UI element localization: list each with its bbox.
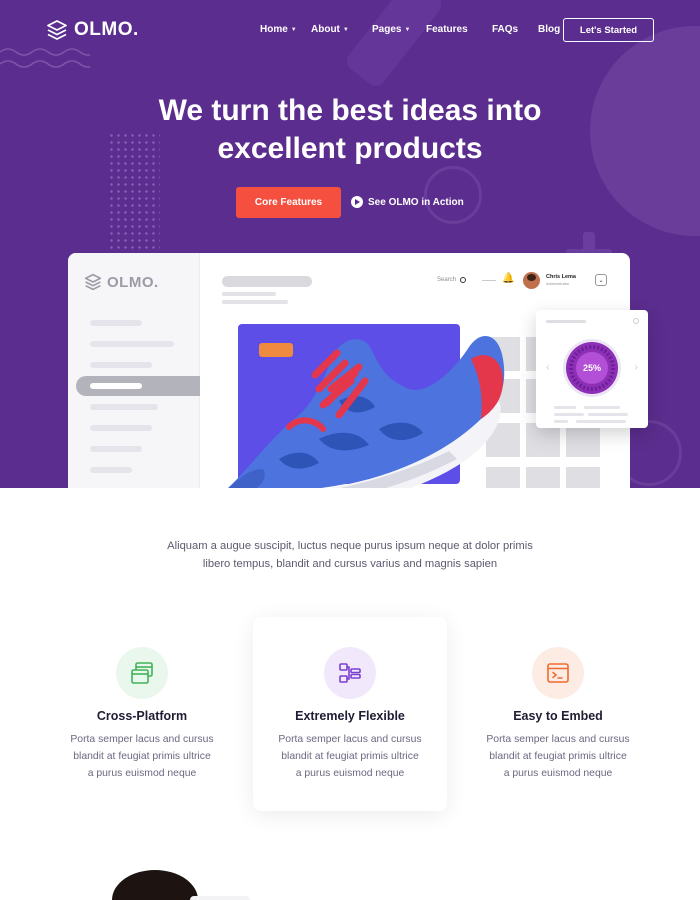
grid-cell bbox=[526, 423, 560, 457]
feature-title: Cross-Platform bbox=[96, 709, 188, 723]
bell-icon: 🔔 bbox=[502, 273, 515, 284]
nav-item-about[interactable]: About ▼ bbox=[311, 24, 363, 35]
nav-item-label: Pages bbox=[372, 24, 402, 35]
header-placeholder bbox=[222, 276, 312, 287]
sidebar-placeholder bbox=[90, 341, 174, 347]
intro-line-2: libero tempus, blandit and cursus varius… bbox=[202, 558, 498, 570]
chevron-down-icon: ⌄ bbox=[595, 274, 607, 286]
windows-stack-icon bbox=[131, 662, 153, 684]
chevron-down-icon: ▼ bbox=[290, 26, 297, 33]
feature-desc-line: Porta semper lacus and cursus bbox=[278, 734, 422, 745]
lets-started-button[interactable]: Let's Started bbox=[563, 18, 654, 42]
grid-cell bbox=[526, 467, 560, 488]
headline-line-1: We turn the best ideas into bbox=[158, 94, 542, 127]
brand-name: OLMO. bbox=[74, 19, 139, 40]
options-dot-icon bbox=[633, 318, 639, 324]
avatar bbox=[523, 272, 540, 289]
sidebar-placeholder bbox=[90, 446, 142, 452]
stat-placeholder bbox=[554, 420, 568, 423]
nav-item-faqs[interactable]: FAQs bbox=[492, 24, 532, 35]
stat-placeholder bbox=[554, 406, 576, 409]
stat-card: ‹ › 25% bbox=[536, 310, 648, 428]
header-placeholder bbox=[222, 300, 288, 304]
feature-description: Porta semper lacus and cursus blandit at… bbox=[45, 731, 239, 782]
feature-title: Easy to Embed bbox=[513, 709, 603, 723]
feature-icon-circle bbox=[116, 647, 168, 699]
mockup-user: Chris Lema Administrator bbox=[546, 274, 576, 286]
feature-desc-line: blandit at feugiat primis ultrice bbox=[73, 751, 211, 762]
stat-placeholder bbox=[584, 406, 620, 409]
chevron-right-icon: › bbox=[634, 362, 638, 373]
see-in-action-label: See OLMO in Action bbox=[368, 196, 464, 208]
see-in-action-link[interactable]: See OLMO in Action bbox=[351, 196, 464, 208]
core-features-button[interactable]: Core Features bbox=[236, 187, 341, 218]
sidebar-active-item bbox=[76, 376, 200, 396]
nav-item-home[interactable]: Home ▼ bbox=[260, 24, 304, 35]
mockup-logo-text: OLMO. bbox=[107, 273, 159, 291]
feature-desc-line: blandit at feugiat primis ultrice bbox=[489, 751, 627, 762]
layers-logo-icon bbox=[84, 273, 102, 291]
decor-bar bbox=[190, 896, 250, 900]
chevron-left-icon: ‹ bbox=[546, 362, 550, 373]
nav-item-pages[interactable]: Pages ▼ bbox=[372, 24, 422, 35]
terminal-window-icon bbox=[547, 663, 569, 683]
feature-desc-line: a purus euismod neque bbox=[503, 768, 613, 779]
sidebar-placeholder bbox=[90, 362, 152, 368]
nav-item-label: About bbox=[311, 24, 340, 35]
feature-icon-circle bbox=[324, 647, 376, 699]
sidebar-placeholder bbox=[90, 467, 132, 473]
nav-item-label: Home bbox=[260, 24, 288, 35]
feature-desc-line: Porta semper lacus and cursus bbox=[486, 734, 630, 745]
stat-percent: 25% bbox=[582, 363, 601, 373]
hero-section: OLMO. Home ▼ About ▼ Pages ▼ Features FAQs … bbox=[0, 0, 700, 488]
feature-desc-line: a purus euismod neque bbox=[295, 768, 405, 779]
hero-headline: We turn the best ideas into excellent pr… bbox=[0, 92, 700, 168]
grid-cell bbox=[566, 467, 600, 488]
feature-extremely-flexible: Extremely Flexible Porta semper lacus an… bbox=[253, 617, 447, 811]
stat-placeholder bbox=[554, 413, 584, 416]
sidebar-placeholder bbox=[90, 320, 142, 326]
nav-item-features[interactable]: Features bbox=[426, 24, 488, 35]
top-navbar: OLMO. Home ▼ About ▼ Pages ▼ Features FAQs … bbox=[0, 0, 700, 60]
grid-cell bbox=[566, 423, 600, 457]
mockup-sidebar: OLMO. bbox=[68, 253, 200, 488]
nav-menu: Home ▼ About ▼ Pages ▼ Features FAQs Blog bbox=[260, 24, 568, 35]
feature-description: Porta semper lacus and cursus blandit at… bbox=[461, 731, 655, 782]
person-photo bbox=[112, 870, 198, 900]
feature-title: Extremely Flexible bbox=[295, 709, 405, 723]
mockup-user-role: Administrator bbox=[546, 281, 570, 286]
sidebar-placeholder bbox=[90, 425, 152, 431]
feature-easy-to-embed: Easy to Embed Porta semper lacus and cur… bbox=[461, 617, 655, 811]
layers-logo-icon bbox=[47, 20, 67, 40]
brand-logo[interactable]: OLMO. bbox=[46, 19, 139, 41]
feature-icon-circle bbox=[532, 647, 584, 699]
mockup-search: Search bbox=[437, 277, 467, 283]
play-icon bbox=[351, 196, 363, 208]
feature-desc-line: blandit at feugiat primis ultrice bbox=[281, 751, 419, 762]
feature-desc-line: Porta semper lacus and cursus bbox=[70, 734, 214, 745]
chevron-down-icon: ▼ bbox=[342, 26, 349, 33]
intro-line-1: Aliquam a augue suscipit, luctus neque p… bbox=[167, 540, 533, 552]
sidebar-placeholder bbox=[90, 404, 158, 410]
headline-line-2: excellent products bbox=[217, 132, 483, 165]
decor-ring bbox=[424, 166, 482, 224]
flow-structure-icon bbox=[339, 663, 361, 683]
sneaker-image bbox=[228, 336, 505, 488]
product-card bbox=[219, 319, 505, 488]
feature-cross-platform: Cross-Platform Porta semper lacus and cu… bbox=[45, 617, 239, 811]
divider bbox=[482, 280, 496, 281]
stat-placeholder bbox=[588, 413, 628, 416]
feature-description: Porta semper lacus and cursus blandit at… bbox=[253, 731, 447, 782]
intro-text: Aliquam a augue suscipit, luctus neque p… bbox=[0, 537, 700, 573]
stat-placeholder bbox=[576, 420, 626, 423]
stat-card-header bbox=[546, 320, 586, 323]
feature-desc-line: a purus euismod neque bbox=[87, 768, 197, 779]
header-placeholder bbox=[222, 292, 276, 296]
mockup-search-label: Search bbox=[437, 277, 457, 283]
mockup-logo: OLMO. bbox=[84, 273, 159, 291]
search-icon bbox=[460, 277, 467, 283]
chevron-down-icon: ▼ bbox=[404, 26, 411, 33]
mockup-user-name: Chris Lema bbox=[546, 274, 576, 280]
